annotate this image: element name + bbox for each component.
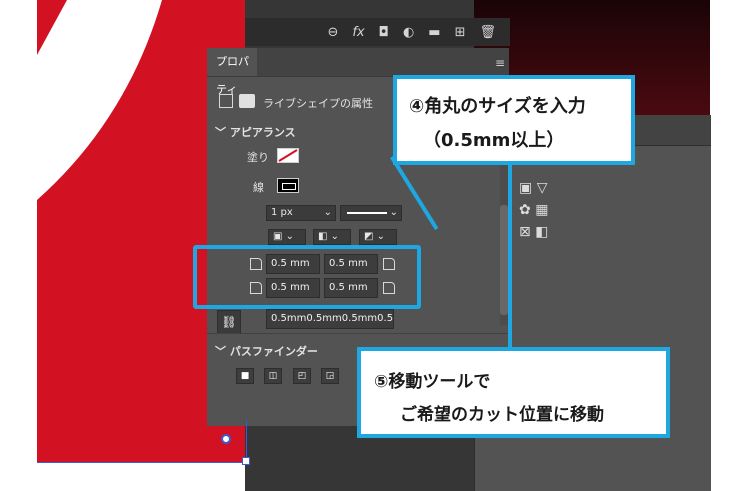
pathfinder-minus-front-icon[interactable]: ◫ [264, 368, 282, 384]
stroke-width-select[interactable]: 1 px ⌄ [266, 205, 336, 221]
image-icon[interactable]: ▣ [519, 180, 532, 196]
fx-icon[interactable]: fx [352, 25, 364, 40]
corner-radius-highlight [193, 245, 421, 309]
folder-icon[interactable]: ▬ [428, 25, 440, 40]
right-panel-icons: ▣ ▽ ✿ ▦ ⊠ ◧ [519, 177, 548, 243]
link-corners-button[interactable]: ⛓ [217, 310, 241, 334]
stroke-cap-select[interactable]: ◧ ⌄ [313, 229, 351, 245]
stroke-align-select[interactable]: ▣ ⌄ [268, 229, 306, 245]
pathfinder-unite-icon[interactable]: ■ [236, 368, 254, 384]
chevron-down-icon: ﹀ [215, 126, 226, 139]
selection-handle[interactable] [242, 457, 250, 465]
filmstrip-icon[interactable]: ⊠ [519, 224, 531, 240]
new-layer-icon[interactable]: ⊞ [455, 25, 466, 40]
step5-line2: ご希望のカット位置に移動 [400, 405, 604, 425]
stroke-label: 線 [253, 181, 264, 194]
pathfinder-exclude-icon[interactable]: ◲ [321, 368, 339, 384]
chevron-down-icon: ﹀ [215, 345, 226, 358]
stroke-style-select[interactable]: ⌄ [340, 205, 402, 221]
step4-callout: ④角丸のサイズを入力 （0.5mm以上） [393, 75, 635, 165]
panel-menu-icon[interactable]: ≡ [495, 56, 505, 70]
stroke-join-select[interactable]: ◩ ⌄ [359, 229, 397, 245]
mask-icon [239, 94, 255, 108]
mask-icon[interactable]: ◘ [379, 25, 389, 40]
step4-line2: （0.5mm以上） [423, 130, 565, 151]
trash-icon[interactable]: 🗑 [479, 25, 496, 40]
pathfinder-header-label: パスファインダー [229, 345, 318, 358]
pathfinder-section-header[interactable]: ﹀ パスファインダー [215, 343, 318, 359]
divider [207, 333, 509, 334]
triangle-down-icon[interactable]: ▽ [537, 180, 548, 196]
live-shape-label: ライブシェイプの属性 [263, 97, 373, 110]
transform-icon [219, 94, 233, 108]
pathfinder-intersect-icon[interactable]: ◰ [293, 368, 311, 384]
panel-tab-bar: プロパティ ≡ [207, 48, 509, 96]
step5-callout: ⑤移動ツールで ご希望のカット位置に移動 [357, 347, 670, 438]
callout-connector-step5 [508, 160, 512, 350]
panel-scrollbar-thumb[interactable] [500, 205, 508, 315]
chevron-down-icon: ⌄ [389, 207, 398, 218]
fill-label: 塗り [247, 151, 269, 164]
appearance-section-header[interactable]: ﹀ アピアランス [215, 124, 296, 140]
corner-summary-field[interactable]: 0.5mm0.5mm0.5mm0.5mm [266, 309, 394, 329]
tab-properties[interactable]: プロパティ [207, 48, 257, 96]
step4-line1: ④角丸のサイズを入力 [409, 96, 586, 117]
appearance-header-label: アピアランス [229, 126, 296, 139]
layers-toolbar: ⊖ fx ◘ ◐ ▬ ⊞ 🗑 [245, 18, 510, 46]
adjustment-icon[interactable]: ◐ [403, 25, 414, 40]
grid-icon[interactable]: ▦ [535, 202, 548, 218]
selection-guide-vertical [246, 420, 247, 462]
fill-swatch[interactable] [277, 148, 299, 163]
chain-link-icon: ⛓ [221, 315, 237, 329]
gradient-icon[interactable]: ◧ [535, 224, 548, 240]
anchor-point[interactable] [221, 434, 231, 444]
color-wheel-icon[interactable]: ✿ [519, 202, 531, 218]
stroke-swatch[interactable] [277, 178, 299, 193]
chevron-down-icon: ⌄ [323, 207, 332, 218]
selection-guide-horizontal [37, 462, 247, 463]
link-icon[interactable]: ⊖ [327, 25, 338, 40]
step5-line1: ⑤移動ツールで [374, 372, 491, 392]
